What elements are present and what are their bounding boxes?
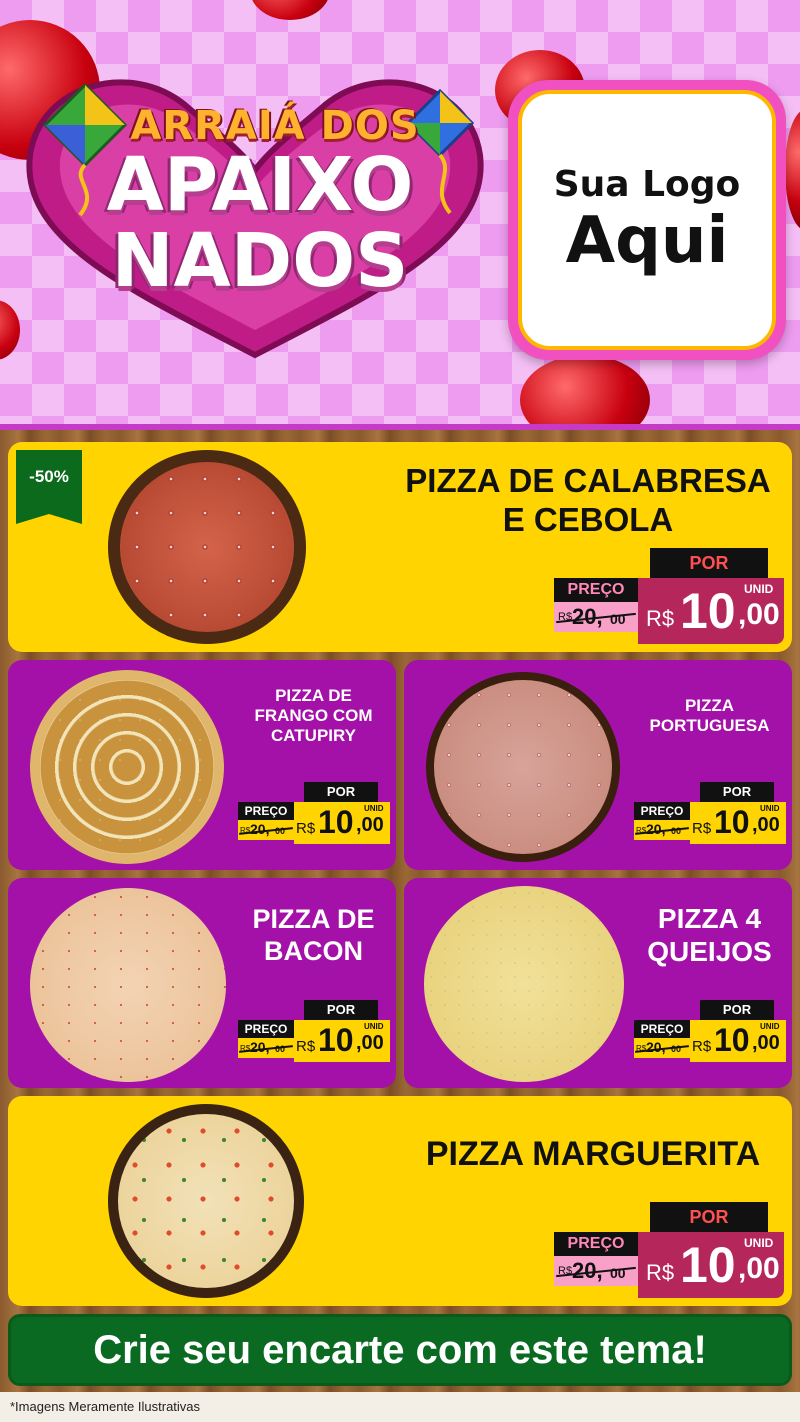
product-card-bacon[interactable]: PIZZA DE BACON POR PREÇO R$ 20, 00 R$ 10… — [8, 878, 396, 1088]
event-title: ARRAIÁ DOS APAIXO NADOS — [40, 95, 480, 345]
title-main: APAIXO NADOS — [50, 147, 470, 299]
old-price: R$ 20, 00 — [238, 820, 294, 840]
product-card-4-queijos[interactable]: PIZZA 4 QUEIJOS POR PREÇO R$ 20, 00 R$ 1… — [404, 878, 792, 1088]
por-label: POR — [304, 1000, 378, 1020]
product-card-calabresa[interactable]: -50% PIZZA DE CALABRESA E CEBOLA POR PRE… — [8, 442, 792, 652]
heart-balloon-decoration — [250, 0, 330, 20]
product-name: PIZZA DE FRANGO COM CATUPIRY — [254, 686, 373, 746]
product-card-frango[interactable]: PIZZA DE FRANGO COM CATUPIRY POR PREÇO R… — [8, 660, 396, 870]
logo-placeholder: Sua Logo Aqui — [508, 80, 786, 360]
preco-label: PREÇO — [634, 802, 690, 820]
new-price: R$ 10 ,00 UNID — [294, 802, 390, 844]
old-price: R$ 20, 00 — [634, 820, 690, 840]
old-price: R$ 20, 00 — [634, 1038, 690, 1058]
logo-text-line1: Sua Logo — [553, 163, 741, 205]
por-label: POR — [700, 1000, 774, 1020]
por-label: POR — [304, 782, 378, 802]
header-banner: ARRAIÁ DOS APAIXO NADOS Sua Logo Aqui — [0, 0, 800, 430]
product-name: PIZZA MARGUERITA — [425, 1135, 761, 1173]
old-price: R$ 20, 00 — [554, 602, 638, 632]
price-tag: POR PREÇO R$ 20, 00 R$ 10 ,00 UNID — [554, 548, 784, 644]
new-price: R$ 10 ,00 UNID — [294, 1020, 390, 1062]
por-label: POR — [700, 782, 774, 802]
product-card-portuguesa[interactable]: PIZZA PORTUGUESA POR PREÇO R$ 20, 00 R$ … — [404, 660, 792, 870]
pizza-image-frango — [30, 670, 224, 864]
preco-label: PREÇO — [634, 1020, 690, 1038]
preco-label: PREÇO — [238, 1020, 294, 1038]
preco-label: PREÇO — [554, 1232, 638, 1256]
new-price: R$ 10 ,00 UNID — [638, 1232, 784, 1298]
disclaimer-text: *Imagens Meramente Ilustrativas — [10, 1399, 201, 1414]
product-name: PIZZA 4 QUEIJOS — [647, 903, 772, 968]
preco-label: PREÇO — [238, 802, 294, 820]
por-label: POR — [650, 548, 768, 578]
pizza-image-portuguesa — [426, 672, 620, 862]
pizza-image-calabresa — [108, 450, 306, 644]
create-flyer-button[interactable]: Crie seu encarte com este tema! — [8, 1314, 792, 1386]
heart-balloon-decoration — [785, 110, 800, 230]
pizza-image-bacon — [30, 888, 226, 1082]
price-tag: POR PREÇO R$ 20, 00 R$ 10 ,00 UNID — [634, 1000, 786, 1062]
product-card-marguerita[interactable]: PIZZA MARGUERITA POR PREÇO R$ 20, 00 R$ … — [8, 1096, 792, 1306]
price-tag: POR PREÇO R$ 20, 00 R$ 10 ,00 UNID — [238, 1000, 390, 1062]
price-tag: POR PREÇO R$ 20, 00 R$ 10 ,00 UNID — [554, 1202, 784, 1298]
pizza-image-marguerita — [108, 1104, 304, 1298]
heart-balloon-decoration — [520, 355, 650, 424]
new-price: R$ 10 ,00 UNID — [638, 578, 784, 644]
title-line-2: NADOS — [111, 218, 409, 304]
preco-label: PREÇO — [554, 578, 638, 602]
price-tag: POR PREÇO R$ 20, 00 R$ 10 ,00 UNID — [634, 782, 786, 844]
new-price: R$ 10 ,00 UNID — [690, 1020, 786, 1062]
por-label: POR — [650, 1202, 768, 1232]
product-name: PIZZA PORTUGUESA — [649, 696, 770, 736]
product-name: PIZZA DE BACON — [252, 904, 375, 966]
old-price: R$ 20, 00 — [238, 1038, 294, 1058]
new-price: R$ 10 ,00 UNID — [690, 802, 786, 844]
discount-badge: -50% — [16, 450, 82, 524]
pizza-image-4-queijos — [424, 886, 624, 1082]
title-line-1: APAIXO — [106, 142, 414, 228]
old-price: R$ 20, 00 — [554, 1256, 638, 1286]
logo-text-line2: Aqui — [565, 203, 729, 278]
product-name: PIZZA DE CALABRESA E CEBOLA — [405, 462, 771, 538]
price-tag: POR PREÇO R$ 20, 00 R$ 10 ,00 UNID — [238, 782, 390, 844]
